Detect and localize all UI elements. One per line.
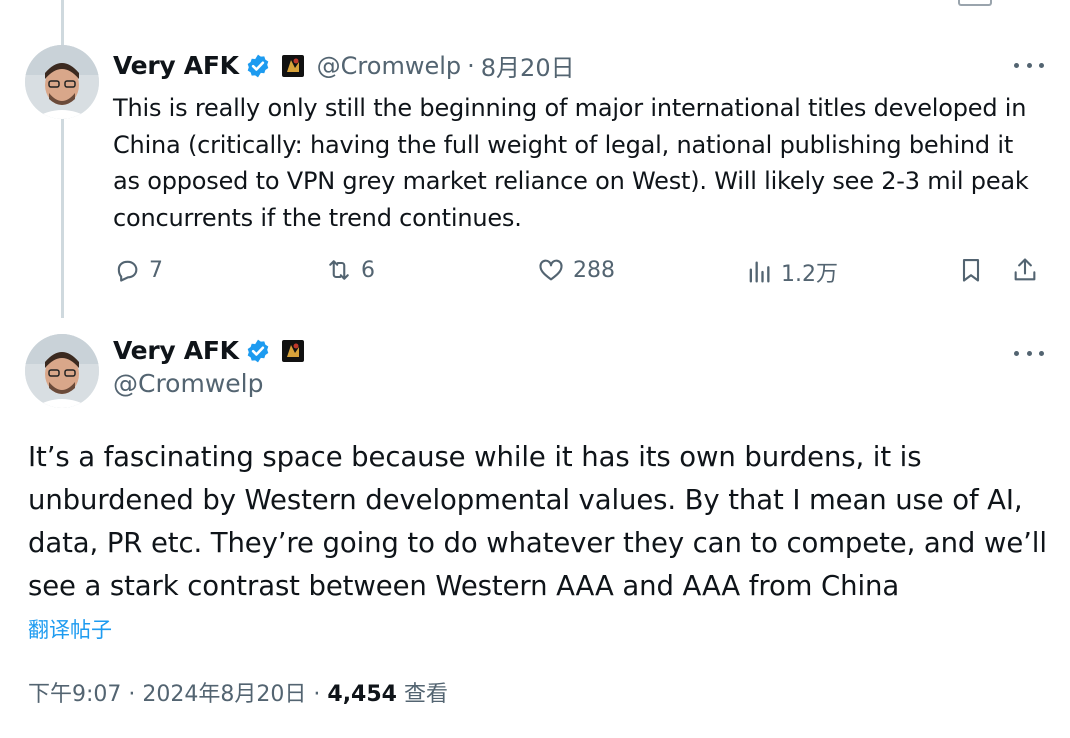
repost-count: 6 xyxy=(361,257,375,283)
avatar[interactable] xyxy=(25,45,99,119)
tweet-header: Very AFK @Cromwelp · 8月20日 xyxy=(113,48,575,83)
reply-count: 7 xyxy=(149,257,163,283)
post-time[interactable]: 下午9:07 xyxy=(28,682,121,707)
handle[interactable]: @Cromwelp xyxy=(317,52,461,80)
translate-post-link[interactable]: 翻译帖子 xyxy=(28,614,112,644)
tweet-header: Very AFK xyxy=(113,336,305,365)
like-button[interactable]: 288 xyxy=(537,256,615,284)
views-label: 查看 xyxy=(403,682,448,707)
views-icon xyxy=(749,261,770,283)
post-date[interactable]: 2024年8月20日 xyxy=(142,682,306,707)
view-count: 1.2万 xyxy=(781,262,838,287)
separator-dot: · xyxy=(467,51,475,80)
more-options-icon[interactable] xyxy=(1014,348,1044,358)
avatar[interactable] xyxy=(25,334,99,408)
reply-icon xyxy=(117,260,138,282)
separator-dot: · xyxy=(128,682,136,707)
bookmark-icon xyxy=(962,259,980,282)
tweet-meta: 下午9:07 · 2024年8月20日 · 4,454 查看 xyxy=(28,676,448,708)
verified-badge-icon xyxy=(247,54,268,77)
more-options-icon[interactable] xyxy=(1014,60,1044,70)
share-icon xyxy=(1014,258,1036,281)
like-count: 288 xyxy=(573,257,615,283)
action-bar: 7 6 288 1.2万 xyxy=(113,256,1043,292)
display-name[interactable]: Very AFK xyxy=(113,51,239,80)
tweet-text: It’s a fascinating space because while i… xyxy=(28,441,1047,602)
share-button[interactable] xyxy=(1011,256,1039,284)
reply-button[interactable]: 7 xyxy=(113,256,163,284)
tweet-text: This is really only still the beginning … xyxy=(113,94,1029,232)
view-count: 4,454 xyxy=(327,682,397,707)
separator-dot: · xyxy=(313,682,321,707)
repost-button[interactable]: 6 xyxy=(325,256,375,284)
repost-icon xyxy=(329,260,349,280)
handle[interactable]: @Cromwelp xyxy=(113,369,263,398)
like-icon xyxy=(539,259,563,281)
affiliate-icon[interactable] xyxy=(281,339,305,363)
views-button[interactable]: 1.2万 xyxy=(745,256,838,288)
verified-badge-icon xyxy=(247,339,268,362)
affiliate-icon[interactable] xyxy=(281,54,305,78)
bookmark-button[interactable] xyxy=(957,256,985,284)
display-name[interactable]: Very AFK xyxy=(113,336,239,365)
tweet-date[interactable]: 8月20日 xyxy=(481,48,575,83)
top-action-icon xyxy=(958,0,992,6)
